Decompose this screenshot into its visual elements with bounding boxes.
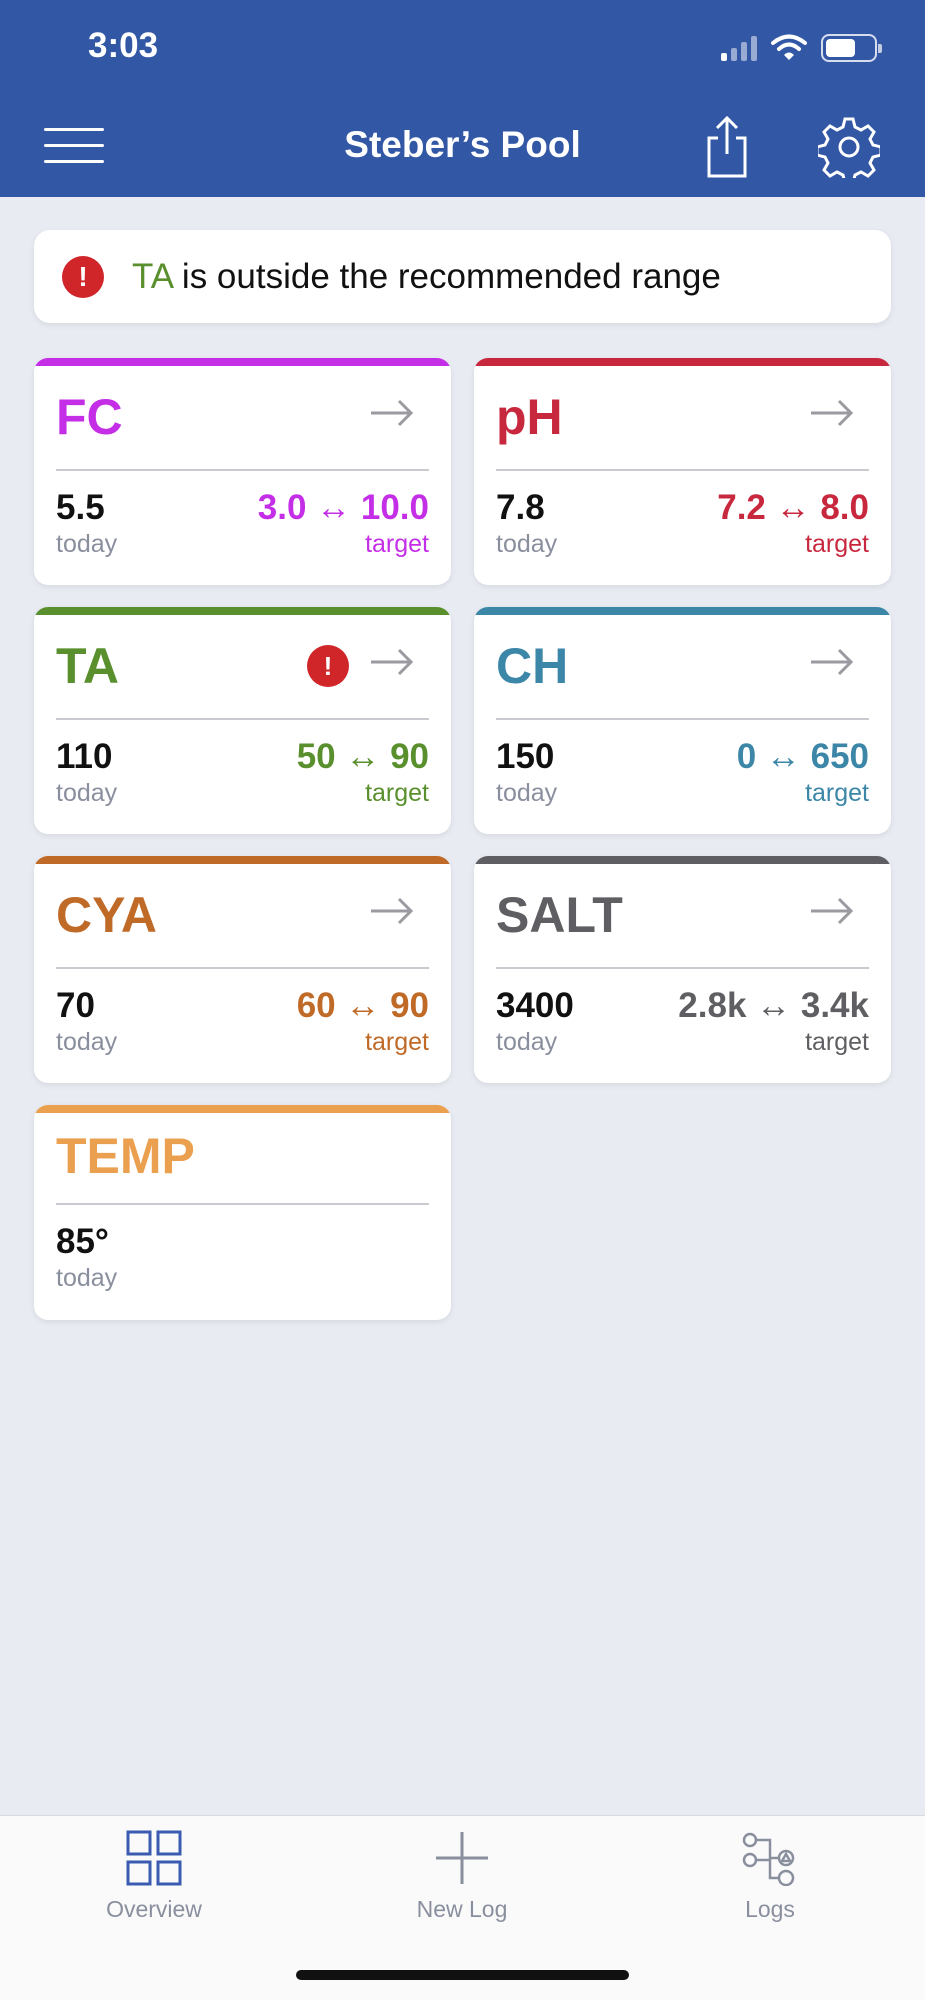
- card-title: TA: [56, 638, 119, 694]
- alert-banner[interactable]: ! TA is outside the recommended range: [34, 230, 891, 323]
- app-header: 3:03 Steber’s Pool: [0, 0, 925, 197]
- tab-label: Overview: [106, 1896, 202, 1922]
- target-label: target: [365, 1028, 429, 1056]
- status-icons: [721, 34, 882, 62]
- arrow-right-icon: [371, 399, 414, 427]
- target-range: 7.2 ↔ 8.0: [717, 488, 869, 527]
- alert-text: TA is outside the recommended range: [132, 257, 721, 297]
- divider: [496, 967, 869, 969]
- current-value-label: today: [56, 779, 118, 807]
- card-accent-bar: [474, 856, 891, 864]
- tab-logs[interactable]: Logs: [670, 1816, 870, 1946]
- current-value: 110: [56, 737, 113, 776]
- card-title: CH: [496, 638, 569, 694]
- signal-icon: [721, 35, 757, 61]
- divider: [56, 718, 429, 720]
- current-value-label: today: [56, 1028, 118, 1056]
- target-label: target: [365, 779, 429, 807]
- card-salt[interactable]: SALT 3400 today 2.8k ↔ 3.4k target: [474, 856, 891, 1083]
- alert-icon: !: [62, 255, 104, 298]
- card-ph[interactable]: pH 7.8 today 7.2 ↔ 8.0 target: [474, 358, 891, 585]
- alert-message: is outside the recommended range: [172, 256, 721, 296]
- card-title: pH: [496, 389, 563, 445]
- current-value: 150: [496, 737, 555, 776]
- current-value-label: today: [496, 779, 558, 807]
- target-range: 60 ↔ 90: [296, 986, 429, 1025]
- target-label: target: [805, 779, 869, 807]
- divider: [56, 967, 429, 969]
- current-value-label: today: [496, 530, 558, 558]
- grid-icon: [126, 1830, 182, 1886]
- current-value: 70: [56, 986, 95, 1025]
- share-icon[interactable]: [704, 114, 750, 180]
- target-range: 3.0 ↔ 10.0: [257, 488, 429, 527]
- card-title: FC: [56, 389, 123, 445]
- card-accent-bar: [34, 856, 451, 864]
- target-range: 2.8k ↔ 3.4k: [678, 986, 869, 1025]
- card-accent-bar: [474, 358, 891, 366]
- arrow-right-icon: [371, 897, 414, 925]
- divider: [496, 469, 869, 471]
- arrow-right-icon: [811, 648, 854, 676]
- page-title: Steber’s Pool: [344, 124, 581, 165]
- home-indicator: [296, 1970, 629, 1980]
- gear-icon[interactable]: [818, 116, 880, 178]
- battery-icon: [821, 34, 882, 62]
- arrow-right-icon: [811, 399, 854, 427]
- current-value-label: today: [56, 1264, 118, 1292]
- card-accent-bar: [34, 358, 451, 366]
- logs-icon: [742, 1832, 795, 1886]
- current-value: 3400: [496, 986, 574, 1025]
- arrow-right-icon: [371, 648, 414, 676]
- card-temp[interactable]: TEMP 85° today: [34, 1105, 451, 1320]
- card-accent-bar: [34, 1105, 451, 1113]
- status-time: 3:03: [88, 26, 159, 65]
- tab-overview[interactable]: Overview: [54, 1816, 254, 1946]
- plus-icon: [436, 1832, 488, 1884]
- target-range: 50 ↔ 90: [296, 737, 429, 776]
- current-value: 5.5: [56, 488, 105, 527]
- tab-label: Logs: [745, 1896, 795, 1922]
- card-fc[interactable]: FC 5.5 today 3.0 ↔ 10.0 target: [34, 358, 451, 585]
- card-cya[interactable]: CYA 70 today 60 ↔ 90 target: [34, 856, 451, 1083]
- card-accent-bar: [34, 607, 451, 615]
- card-title: CYA: [56, 887, 157, 943]
- card-accent-bar: [474, 607, 891, 615]
- current-value-label: today: [496, 1028, 558, 1056]
- card-title: TEMP: [56, 1128, 195, 1184]
- current-value: 7.8: [496, 488, 545, 527]
- target-label: target: [805, 1028, 869, 1056]
- target-label: target: [805, 530, 869, 558]
- alert-param: TA: [132, 256, 173, 296]
- arrow-right-icon: [811, 897, 854, 925]
- divider: [56, 469, 429, 471]
- wifi-icon: [771, 34, 807, 60]
- current-value: 85°: [56, 1222, 109, 1261]
- current-value-label: today: [56, 530, 118, 558]
- target-range: 0 ↔ 650: [736, 737, 869, 776]
- target-label: target: [365, 530, 429, 558]
- card-title: SALT: [496, 887, 623, 943]
- tab-new-log[interactable]: New Log: [362, 1816, 562, 1946]
- card-ta[interactable]: TA ! 110 today 50 ↔ 90 target: [34, 607, 451, 834]
- card-ch[interactable]: CH 150 today 0 ↔ 650 target: [474, 607, 891, 834]
- divider: [56, 1203, 429, 1205]
- warning-icon[interactable]: !: [307, 645, 349, 687]
- divider: [496, 718, 869, 720]
- tab-label: New Log: [416, 1896, 508, 1922]
